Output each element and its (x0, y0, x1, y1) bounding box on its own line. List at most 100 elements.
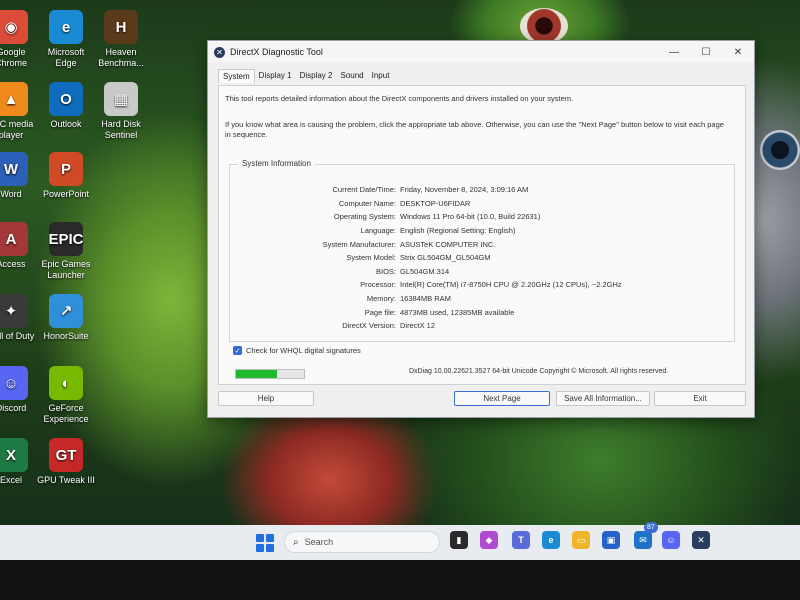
window-title: DirectX Diagnostic Tool (230, 47, 323, 57)
search-placeholder: Search (304, 537, 334, 547)
system-info-value: Friday, November 8, 2024, 3:09:16 AM (400, 185, 529, 195)
desktop-icon-label: Hard Disk Sentinel (101, 119, 141, 140)
desktop-app-icon: ▲ (0, 82, 28, 116)
desktop-icon-label: Heaven Benchma... (98, 47, 144, 68)
teams-icon[interactable]: T (512, 531, 530, 549)
desktop-app-icon: ↗ (49, 294, 83, 328)
system-info-label: Current Date/Time: (332, 185, 397, 195)
directx-icon: ✕ (214, 46, 225, 58)
desktop-app-icon: O (49, 82, 83, 116)
system-info-label: Language: (360, 226, 396, 236)
desktop-app-icon: X (0, 438, 28, 472)
edge-icon[interactable]: e (542, 531, 560, 549)
desktop-app-icon: W (0, 152, 28, 186)
progress-bar (235, 369, 305, 379)
close-button[interactable]: ✕ (722, 41, 754, 63)
intro-text-2: If you know what area is causing the pro… (225, 120, 724, 139)
desktop-icon-hard-disk[interactable]: ▦ Hard Disk Sentinel (82, 82, 160, 141)
discord-taskbar-icon[interactable]: ☺ (662, 531, 680, 549)
task-view-icon[interactable]: ▮ (450, 531, 468, 549)
system-info-value: English (Regional Setting: English) (400, 226, 516, 236)
desktop-app-icon: H (104, 10, 138, 44)
system-information-legend: System Information (238, 159, 315, 168)
maximize-button[interactable]: ☐ (690, 41, 722, 63)
exit-button[interactable]: Exit (654, 391, 746, 406)
desktop-icon-powerpoint[interactable]: P PowerPoint (27, 152, 105, 200)
system-info-row: Processor: Intel(R) Core(TM) i7-8750H CPU… (230, 278, 734, 292)
window-controls: — ☐ ✕ (658, 41, 754, 63)
system-info-row: Current Date/Time: Friday, November 8, 20… (230, 183, 734, 197)
tab-strip: System Display 1 Display 2 Sound Input (208, 63, 754, 83)
desktop-app-icon: ☺ (0, 366, 28, 400)
whql-label: Check for WHQL digital signatures (246, 346, 361, 355)
copilot-icon[interactable]: ◆ (480, 531, 498, 549)
system-info-row: System Model: Strix GL504GM_GL504GM (230, 251, 734, 265)
start-button[interactable] (256, 534, 274, 552)
desktop-icon-heaven[interactable]: H Heaven Benchma... (82, 10, 160, 69)
system-info-label: DirectX Version: (342, 321, 396, 331)
title-bar[interactable]: ✕ DirectX Diagnostic Tool — ☐ ✕ (208, 41, 754, 63)
progress-fill (236, 370, 277, 378)
system-info-label: Processor: (360, 280, 396, 290)
save-all-information-button[interactable]: Save All Information... (556, 391, 650, 406)
tab-sound[interactable]: Sound (336, 69, 367, 83)
desktop-app-icon: GT (49, 438, 83, 472)
desktop-app-icon: A (0, 222, 28, 256)
desktop-icon-gpu-tweak-iii[interactable]: GT GPU Tweak III (27, 438, 105, 486)
intro-text: This tool reports detailed information a… (225, 94, 574, 103)
system-info-rows: Current Date/Time: Friday, November 8, 20… (230, 183, 734, 333)
system-info-label: Page file: (364, 307, 396, 317)
tab-system[interactable]: System (218, 69, 255, 83)
system-info-row: Operating System: Windows 11 Pro 64-bit (… (230, 210, 734, 224)
store-icon[interactable]: ▣ (602, 531, 620, 549)
file-explorer-icon[interactable]: ▭ (572, 531, 590, 549)
help-button[interactable]: Help (218, 391, 314, 406)
system-info-value: GL504GM.314 (400, 266, 450, 276)
desktop-app-icon: EPIC (49, 222, 84, 256)
system-info-value: 16384MB RAM (400, 294, 451, 304)
mail-icon[interactable]: ✉ (634, 531, 652, 549)
search-icon: ⌕ (293, 536, 299, 548)
desktop-app-icon: P (49, 152, 83, 186)
desktop-app-icon: ✦ (0, 294, 28, 328)
desktop-icon-epic-games[interactable]: EPIC Epic Games Launcher (27, 222, 105, 281)
system-info-label: Computer Name: (338, 198, 396, 208)
desktop-app-icon: ◉ (0, 10, 28, 44)
desktop-icon-honorsuite[interactable]: ↗ HonorSuite (27, 294, 105, 342)
tab-input[interactable]: Input (368, 69, 394, 83)
whql-checkbox[interactable]: ✓ (233, 346, 242, 355)
desktop-app-icon: ◐ (49, 366, 83, 400)
system-info-value: Intel(R) Core(TM) i7-8750H CPU @ 2.20GHz… (400, 280, 622, 290)
system-info-row: Computer Name: DESKTOP-U6FIDAR (230, 197, 734, 211)
system-info-value: ASUSTeK COMPUTER INC. (400, 239, 496, 249)
minimize-button[interactable]: — (658, 41, 690, 63)
tab-display-2[interactable]: Display 2 (296, 69, 337, 83)
system-information-group: System Information Current Date/Time: Fri… (229, 159, 735, 342)
desktop-app-icon: e (49, 10, 83, 44)
system-info-row: Language: English (Regional Setting: Engl… (230, 224, 734, 238)
desktop-icon-geforce[interactable]: ◐ GeForce Experience (27, 366, 105, 425)
system-info-value: Strix GL504GM_GL504GM (400, 253, 491, 263)
whql-checkbox-row[interactable]: ✓ Check for WHQL digital signatures (233, 346, 361, 355)
system-info-value: Windows 11 Pro 64-bit (10.0, Build 22631… (400, 212, 541, 222)
system-info-row: DirectX Version: DirectX 12 (230, 319, 734, 333)
system-info-label: Operating System: (333, 212, 396, 222)
desktop-app-icon: ▦ (104, 82, 138, 116)
tab-display-1[interactable]: Display 1 (255, 69, 296, 83)
system-info-label: BIOS: (375, 266, 396, 276)
system-info-label: System Manufacturer: (322, 239, 396, 249)
system-info-row: System Manufacturer: ASUSTeK COMPUTER INC… (230, 237, 734, 251)
parrot-eye (520, 8, 568, 44)
next-page-button[interactable]: Next Page (454, 391, 550, 406)
parrot-eye-2 (760, 130, 800, 170)
directx-taskbar-icon[interactable]: ✕ (692, 531, 710, 549)
taskbar-search[interactable]: ⌕ Search (284, 531, 440, 553)
desktop-icon-label: GeForce Experience (43, 403, 89, 424)
mail-badge: 87 (644, 522, 658, 533)
copyright-text: DxDiag 10.00.22621.3527 64-bit Unicode C… (409, 368, 669, 375)
desktop-icon-label: GPU Tweak III (37, 475, 95, 485)
system-info-value: 4873MB used, 12385MB available (400, 307, 515, 317)
system-info-row: BIOS: GL504GM.314 (230, 265, 734, 279)
desktop-icon-label: PowerPoint (42, 189, 90, 199)
system-info-label: Memory: (366, 294, 396, 304)
